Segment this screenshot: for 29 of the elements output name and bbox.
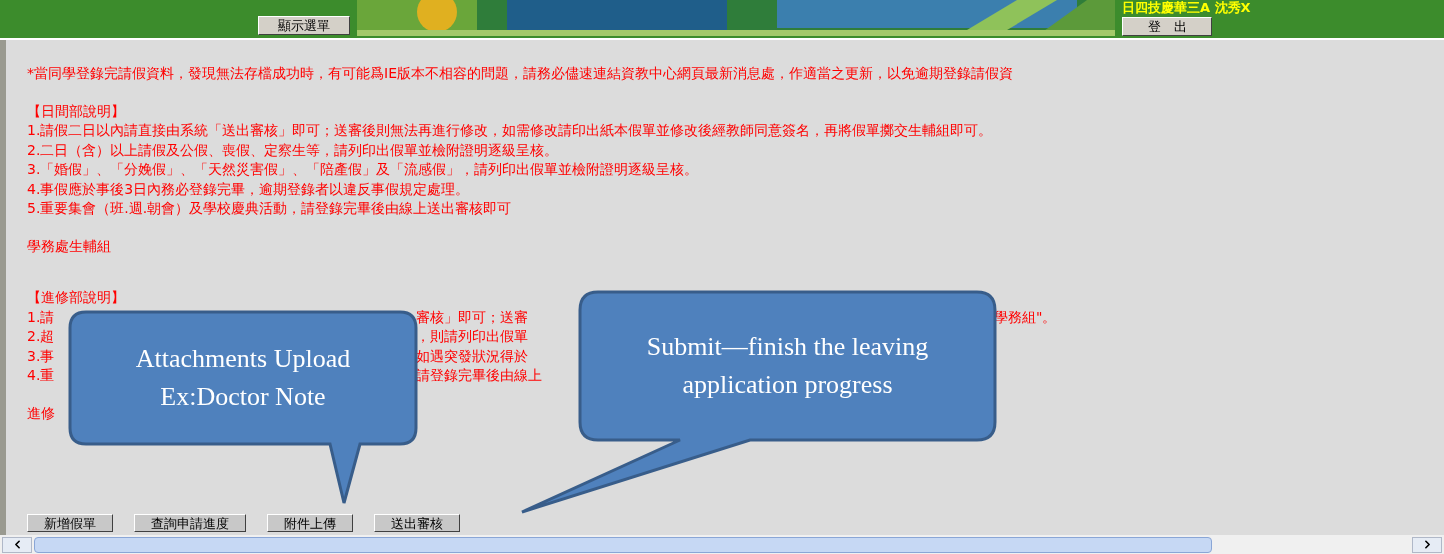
instruction-fragment: 1.請	[27, 307, 55, 327]
action-button[interactable]: 附件上傳	[267, 514, 353, 532]
instruction-fragment: 3.事	[27, 346, 55, 366]
action-button[interactable]: 新增假單	[27, 514, 113, 532]
instruction-fragment: 2.超	[27, 327, 55, 346]
action-button[interactable]: 查詢申請進度	[134, 514, 246, 532]
action-button[interactable]: 送出審核	[374, 514, 460, 532]
section-heading: 【進修部說明】	[27, 288, 126, 307]
notice-text: *當同學登錄完請假資料，發現無法存檔成功時，有可能爲IE版本不相容的問題，請務必儘速連結資教中心網頁最新消息處，作適當之更新，以免逾期登錄請假資	[27, 64, 1014, 83]
instruction-line: 2.二日（含）以上請假及公假、喪假、定察生等，請列印出假單並檢附證明逐級呈核。	[27, 140, 560, 160]
callout-text: Submit—finish the leaving application progress	[646, 331, 929, 401]
instruction-line: 3.「婚假」、「分娩假」、「天然災害假」、「陪產假」及「流感假」，請列印出假單並檢附證明逐級呈核。	[27, 160, 700, 179]
horizontal-scrollbar[interactable]	[0, 535, 1444, 554]
instruction-line: 4.事假應於事後3日內務必登錄完畢，逾期登錄者以違反事假規定處理。	[27, 179, 471, 199]
instruction-fragment: ，則請列印出假單	[416, 327, 528, 346]
user-name: 日四技慶華三A 沈秀X	[1122, 0, 1251, 16]
section-heading: 【日間部說明】	[27, 101, 126, 121]
instruction-fragment: 審核」即可；送審	[416, 307, 528, 327]
instruction-line: 1.請假二日以內請直接由系統「送出審核」即可；送審後則無法再進行修改，如需修改請印出紙本假單並修改後經教師同意簽名，再將假單擲交生輔組即可。	[27, 121, 994, 140]
callout-text: Attachments Upload Ex:Doctor Note	[135, 343, 351, 413]
scroll-right-icon[interactable]	[1412, 536, 1442, 553]
scroll-left-icon[interactable]	[2, 536, 32, 553]
section-footer: 學務處生輔組	[27, 236, 1444, 256]
logout-button[interactable]: 登 出	[1122, 17, 1212, 36]
show-menu-button[interactable]: 顯示選單	[258, 16, 350, 35]
instruction-line: 5.重要集會（班.週.朝會）及學校慶典活動，請登錄完畢後由線上送出審核即可	[27, 199, 513, 218]
scrollbar-thumb[interactable]	[34, 536, 1212, 553]
instruction-fragment: 4.重	[27, 366, 55, 385]
instruction-fragment: 如遇突發狀況得於	[416, 346, 528, 366]
